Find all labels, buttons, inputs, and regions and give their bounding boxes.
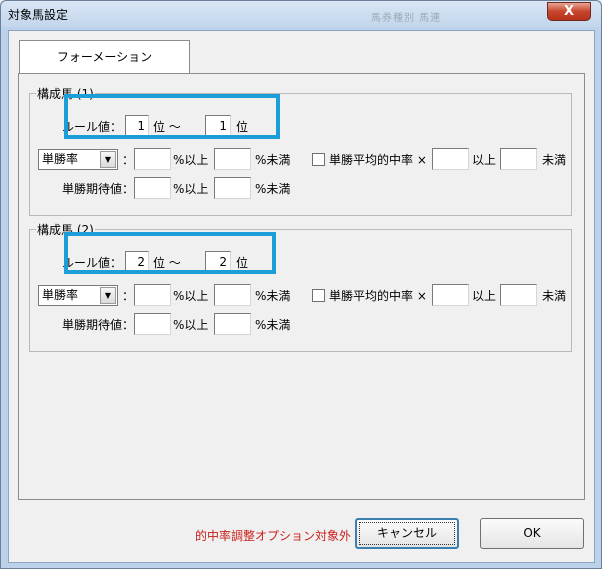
expect-label: 単勝期待値： (62, 318, 135, 332)
avg-hit-max-input[interactable] (500, 284, 537, 306)
title-bar[interactable]: 対象馬設定 馬券種別 馬連 X (1, 1, 601, 27)
exclusion-note: 的中率調整オプション対象外 (195, 529, 352, 543)
colon-label: ： (122, 289, 135, 303)
ok-button-label: OK (523, 526, 541, 540)
stat-select-value: 単勝率 (42, 288, 79, 302)
highlight-box (64, 232, 276, 274)
ijo-label: 以上 (472, 289, 497, 303)
stat-select-value: 単勝率 (42, 152, 79, 166)
expect-min-label: %以上 (173, 318, 209, 332)
avg-hit-min-input[interactable] (432, 284, 469, 306)
pct-max-label: %未満 (255, 289, 291, 303)
stat-select[interactable]: 単勝率 ▼ (38, 149, 118, 170)
pct-min-input[interactable] (134, 284, 171, 306)
avg-hit-max-input[interactable] (500, 148, 537, 170)
close-button[interactable]: X (547, 2, 591, 21)
expect-min-input[interactable] (134, 177, 171, 199)
pct-max-label: %未満 (255, 153, 291, 167)
expect-min-label: %以上 (173, 182, 209, 196)
expect-max-input[interactable] (214, 177, 251, 199)
cancel-button[interactable]: キャンセル (355, 518, 459, 549)
expect-max-label: %未満 (255, 318, 291, 332)
ok-button[interactable]: OK (480, 518, 584, 549)
close-icon: X (563, 4, 575, 19)
pct-min-input[interactable] (134, 148, 171, 170)
expect-max-label: %未満 (255, 182, 291, 196)
dialog-window: 対象馬設定 馬券種別 馬連 X フォーメーション 構成馬 (1) ルール値： 1… (0, 0, 602, 569)
focus-ring (359, 522, 455, 545)
pct-min-label: %以上 (173, 153, 209, 167)
expect-min-input[interactable] (134, 313, 171, 335)
pct-max-input[interactable] (214, 284, 251, 306)
avg-hit-rate-checkbox[interactable] (312, 289, 325, 302)
stat-select[interactable]: 単勝率 ▼ (38, 285, 118, 306)
chevron-down-icon[interactable]: ▼ (100, 151, 116, 168)
avg-hit-rate-label: 単勝平均的中率 × (329, 289, 427, 303)
pct-min-label: %以上 (173, 289, 209, 303)
ijo-label: 以上 (472, 153, 497, 167)
avg-hit-rate-label: 単勝平均的中率 × (329, 153, 427, 167)
title-ghost-text: 馬券種別 馬連 (371, 13, 442, 24)
expect-max-input[interactable] (214, 313, 251, 335)
pct-max-input[interactable] (214, 148, 251, 170)
avg-hit-min-input[interactable] (432, 148, 469, 170)
colon-label: ： (122, 153, 135, 167)
expect-label: 単勝期待値： (62, 182, 135, 196)
highlight-box (64, 94, 280, 139)
miman-label: 未満 (542, 153, 567, 167)
chevron-down-icon[interactable]: ▼ (100, 287, 116, 304)
avg-hit-rate-checkbox[interactable] (312, 153, 325, 166)
tab-formation[interactable]: フォーメーション (19, 40, 190, 74)
miman-label: 未満 (542, 289, 567, 303)
window-title: 対象馬設定 (8, 8, 69, 22)
